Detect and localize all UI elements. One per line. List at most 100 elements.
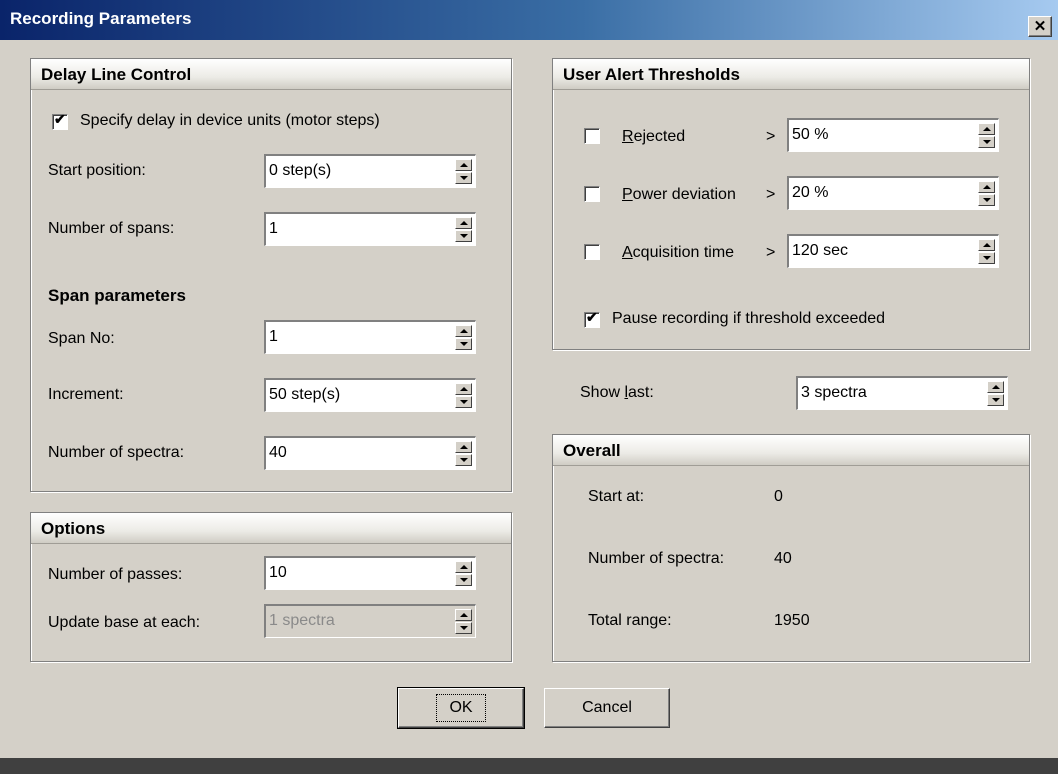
close-button[interactable]: ✕: [1028, 16, 1052, 37]
acquisition-time-checkbox[interactable]: [584, 244, 600, 260]
overall-num-spectra-value: 40: [774, 550, 792, 567]
ok-label: OK: [436, 694, 486, 722]
device-units-checkbox[interactable]: ✔: [52, 111, 68, 130]
ok-button[interactable]: OK: [397, 687, 525, 729]
spin-up-icon[interactable]: [978, 181, 995, 193]
acquisition-time-label: Acquisition time: [622, 244, 735, 261]
increment-spinner[interactable]: 50 step(s): [264, 378, 476, 412]
group-title: Options: [41, 519, 106, 538]
span-parameters-heading: Span parameters: [48, 286, 186, 305]
cancel-label: Cancel: [582, 699, 632, 716]
show-last-spinner[interactable]: 3 spectra: [796, 376, 1008, 410]
show-last-label: Show last:: [580, 384, 654, 401]
power-deviation-spinner[interactable]: 20 %: [787, 176, 999, 210]
spin-down-icon[interactable]: [455, 454, 472, 466]
span-no-label: Span No:: [48, 330, 115, 347]
power-deviation-label: Power deviation: [622, 186, 736, 203]
spin-up-icon[interactable]: [978, 123, 995, 135]
spinner-value: 20 %: [792, 184, 829, 201]
spin-down-icon[interactable]: [987, 394, 1004, 406]
total-range-label: Total range:: [588, 612, 672, 629]
group-header: Overall: [553, 435, 1029, 466]
group-header: User Alert Thresholds: [553, 59, 1029, 90]
title-bar: Recording Parameters ✕: [0, 0, 1058, 40]
spinner-arrows: [455, 609, 472, 634]
spin-down-icon[interactable]: [978, 136, 995, 148]
group-header: Options: [31, 513, 511, 544]
group-title: Delay Line Control: [41, 65, 192, 84]
pause-recording-checkbox[interactable]: ✔: [584, 309, 600, 328]
spinner-arrows: [455, 441, 472, 466]
spinner-value: 120 sec: [792, 242, 849, 259]
spin-up-icon[interactable]: [455, 325, 472, 337]
spin-up-icon[interactable]: [455, 217, 472, 229]
spinner-value: 3 spectra: [801, 384, 867, 401]
update-base-spinner[interactable]: 1 spectra: [264, 604, 476, 638]
spin-up-icon[interactable]: [455, 441, 472, 453]
check-icon: ✔: [54, 111, 66, 127]
total-range-value: 1950: [774, 612, 810, 629]
spin-down-icon[interactable]: [455, 574, 472, 586]
group-title: User Alert Thresholds: [563, 65, 740, 84]
spinner-arrows: [455, 383, 472, 408]
spinner-value: 50 step(s): [269, 386, 341, 403]
acquisition-time-spinner[interactable]: 120 sec: [787, 234, 999, 268]
rejected-label: Rejected: [622, 128, 686, 145]
start-position-spinner[interactable]: 0 step(s): [264, 154, 476, 188]
spin-down-icon[interactable]: [455, 622, 472, 634]
num-spectra-label: Number of spectra:: [48, 444, 185, 461]
spinner-value: 40: [269, 444, 287, 461]
spinner-value: 1 spectra: [269, 612, 335, 629]
num-spectra-spinner[interactable]: 40: [264, 436, 476, 470]
group-title: Overall: [563, 441, 621, 460]
spinner-value: 1: [269, 220, 278, 237]
rejected-checkbox[interactable]: [584, 128, 600, 144]
start-position-label: Start position:: [48, 162, 146, 179]
spinner-arrows: [455, 325, 472, 350]
spin-down-icon[interactable]: [455, 172, 472, 184]
spinner-value: 0 step(s): [269, 162, 332, 179]
spinner-arrows: [978, 181, 995, 206]
spin-up-icon[interactable]: [455, 609, 472, 621]
spin-up-icon[interactable]: [455, 383, 472, 395]
group-header: Delay Line Control: [31, 59, 511, 90]
spinner-arrows: [978, 239, 995, 264]
overall-num-spectra-label: Number of spectra:: [588, 550, 725, 567]
start-at-label: Start at:: [588, 488, 645, 505]
spinner-arrows: [978, 123, 995, 148]
span-no-spinner[interactable]: 1: [264, 320, 476, 354]
check-icon: ✔: [586, 309, 598, 325]
spin-up-icon[interactable]: [987, 381, 1004, 393]
cancel-button[interactable]: Cancel: [544, 688, 670, 728]
power-deviation-checkbox[interactable]: [584, 186, 600, 202]
passes-label: Number of passes:: [48, 566, 183, 583]
spinner-arrows: [455, 561, 472, 586]
spinner-value: 50 %: [792, 126, 829, 143]
spin-down-icon[interactable]: [455, 338, 472, 350]
spinner-arrows: [455, 159, 472, 184]
spin-down-icon[interactable]: [455, 230, 472, 242]
spinner-arrows: [987, 381, 1004, 406]
close-icon: ✕: [1033, 18, 1047, 35]
spin-down-icon[interactable]: [455, 396, 472, 408]
passes-spinner[interactable]: 10: [264, 556, 476, 590]
rejected-spinner[interactable]: 50 %: [787, 118, 999, 152]
spin-up-icon[interactable]: [455, 159, 472, 171]
spinner-value: 1: [269, 328, 278, 345]
pause-recording-label: Pause recording if threshold exceeded: [612, 310, 886, 327]
acq-gt: >: [766, 244, 776, 261]
rejected-gt: >: [766, 128, 776, 145]
device-units-label: Specify delay in device units (motor ste…: [80, 112, 380, 129]
update-base-label: Update base at each:: [48, 614, 201, 631]
spin-up-icon[interactable]: [455, 561, 472, 573]
spin-down-icon[interactable]: [978, 252, 995, 264]
taskbar-strip: [0, 758, 1058, 774]
start-at-value: 0: [774, 488, 783, 505]
spin-down-icon[interactable]: [978, 194, 995, 206]
increment-label: Increment:: [48, 386, 124, 403]
window-title: Recording Parameters: [10, 9, 192, 28]
spinner-arrows: [455, 217, 472, 242]
num-spans-spinner[interactable]: 1: [264, 212, 476, 246]
spinner-value: 10: [269, 564, 287, 581]
spin-up-icon[interactable]: [978, 239, 995, 251]
